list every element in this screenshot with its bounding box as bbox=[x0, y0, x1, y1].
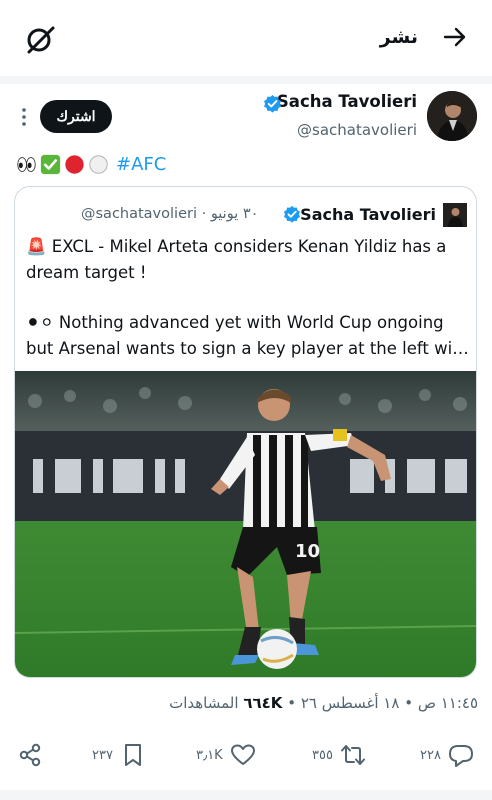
verified-badge-icon bbox=[283, 205, 301, 223]
post-text: #AFC bbox=[16, 151, 166, 177]
grok-icon[interactable] bbox=[24, 24, 56, 56]
like-button[interactable]: ٣٫١K bbox=[196, 741, 257, 769]
top-bar: نشر bbox=[0, 0, 492, 76]
quoted-text-line: 🚨 EXCL - Mikel Arteta considers Kenan Yi… bbox=[26, 237, 447, 256]
quoted-handle-date: ٣٠ يونيو · @sachatavolieri bbox=[81, 206, 259, 222]
post-time: ١١:٤٥ ص bbox=[417, 694, 478, 712]
more-options-icon[interactable] bbox=[20, 107, 28, 127]
eyes-emoji bbox=[17, 156, 36, 172]
divider bbox=[0, 76, 492, 84]
hashtag-link[interactable]: #AFC bbox=[116, 154, 166, 175]
quoted-text-line: ⚫⚪ Nothing advanced yet with World Cup o… bbox=[26, 313, 444, 332]
avatar[interactable] bbox=[427, 91, 477, 141]
quoted-date: ٣٠ يونيو bbox=[210, 206, 259, 222]
share-icon bbox=[19, 743, 41, 767]
svg-text:10: 10 bbox=[295, 541, 320, 562]
repost-button[interactable]: ٣٥٥ bbox=[312, 741, 367, 769]
bookmark-icon bbox=[124, 744, 141, 766]
bookmark-button[interactable]: ٢٣٧ bbox=[92, 741, 147, 769]
share-button[interactable] bbox=[16, 741, 44, 769]
reply-count: ٢٢٨ bbox=[420, 747, 441, 763]
arrow-right-icon[interactable] bbox=[442, 24, 468, 50]
check-mark-emoji bbox=[40, 154, 61, 174]
quoted-handle: @sachatavolieri bbox=[81, 206, 197, 222]
white-circle-emoji bbox=[89, 154, 108, 174]
quoted-avatar bbox=[443, 203, 467, 227]
heart-icon bbox=[230, 744, 255, 765]
page-title: نشر bbox=[379, 26, 418, 48]
like-count: ٣٫١K bbox=[196, 747, 223, 763]
quoted-text-line: but Arsenal wants to sign a key player a… bbox=[26, 339, 469, 358]
author-handle[interactable]: @sachatavolieri bbox=[297, 121, 417, 139]
repost-count: ٣٥٥ bbox=[312, 747, 333, 763]
quoted-author-name: Sacha Tavolieri bbox=[300, 205, 436, 224]
avatar-photo bbox=[427, 91, 477, 141]
post-meta: ١١:٤٥ ص • ١٨ أغسطس ٢٦ • ٦٦٤K المشاهدات bbox=[169, 694, 478, 712]
football-player-photo[interactable]: 10 bbox=[15, 371, 477, 678]
views-label: المشاهدات bbox=[169, 694, 239, 712]
repost-icon bbox=[340, 745, 365, 765]
subscribe-button[interactable]: اشترك bbox=[40, 100, 112, 133]
author-name[interactable]: Sacha Tavolieri bbox=[277, 92, 417, 111]
verified-badge-icon bbox=[264, 94, 281, 113]
bookmark-count: ٢٣٧ bbox=[92, 747, 113, 763]
reply-button[interactable]: ٢٢٨ bbox=[420, 741, 475, 769]
post-date: ١٨ أغسطس ٢٦ bbox=[300, 694, 400, 712]
views-count: ٦٦٤K bbox=[243, 694, 283, 712]
action-bar: ٢٣٧ ٣٫١K ٣٥٥ ٢٢٨ bbox=[0, 733, 492, 777]
divider bbox=[0, 790, 492, 800]
red-circle-emoji bbox=[65, 154, 84, 174]
reply-icon bbox=[448, 745, 473, 767]
quoted-text-line: dream target ! bbox=[26, 263, 147, 282]
quoted-post[interactable]: Sacha Tavolieri ٣٠ يونيو · @sachatavolie… bbox=[14, 186, 477, 678]
